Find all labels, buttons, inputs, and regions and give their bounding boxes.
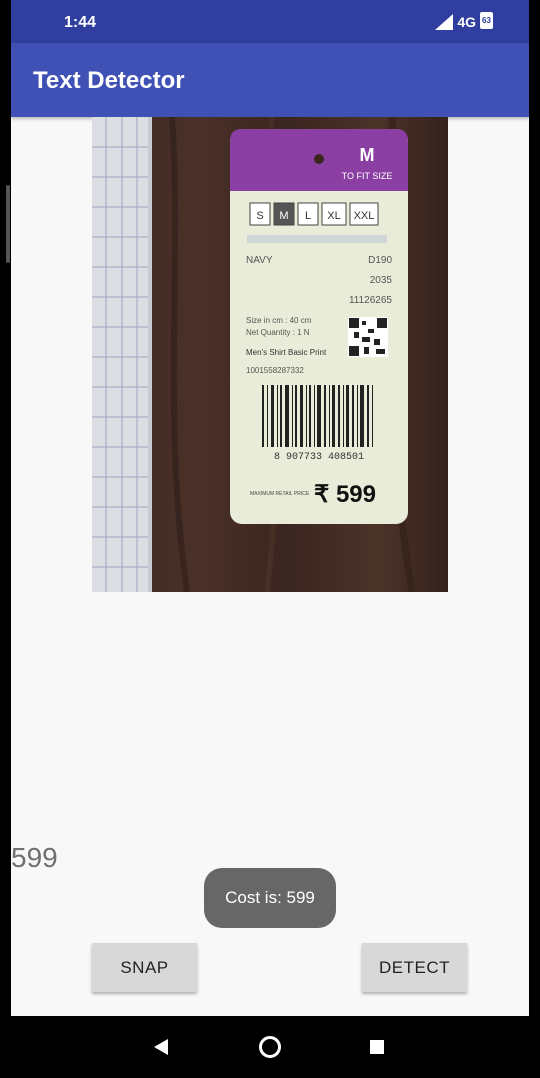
- back-triangle-icon: [154, 1039, 168, 1055]
- home-circle-icon: [259, 1036, 281, 1058]
- cost-toast: Cost is: 599: [204, 868, 336, 928]
- tag-size-m: M: [279, 210, 288, 222]
- screen-edge-handle: [6, 185, 10, 263]
- price-tag-image: M TO FIT SIZE S M L XL XXL NAVY D190 203…: [92, 117, 448, 592]
- navigation-bar: [0, 1016, 540, 1078]
- tag-size-label: M: [360, 145, 375, 165]
- tag-mrp-label: MAXIMUM RETAIL PRICE: [250, 491, 310, 497]
- tag-price: ₹ 599: [314, 481, 376, 508]
- snap-button[interactable]: SNAP: [92, 943, 197, 992]
- detect-button[interactable]: DETECT: [362, 943, 467, 992]
- network-type: 4G: [457, 13, 476, 30]
- recents-square-icon: [370, 1040, 384, 1054]
- app-screen: 1:44 4G 63 Text Detector M TO FIT SIZE S…: [11, 0, 529, 1016]
- home-button[interactable]: [254, 1016, 286, 1078]
- back-button[interactable]: [146, 1016, 176, 1078]
- tag-size-sub: TO FIT SIZE: [342, 171, 393, 181]
- status-icons: 4G 63: [435, 12, 493, 30]
- status-time: 1:44: [64, 14, 97, 31]
- tag-barcode-number: 8 907733 408501: [274, 452, 364, 463]
- tag-product: Men's Shirt Basic Print: [246, 348, 327, 357]
- tag-size-xxl: XXL: [354, 210, 375, 222]
- tag-style-code: D190: [368, 255, 392, 266]
- tag-quantity: Net Quantity : 1 N: [246, 328, 310, 337]
- captured-photo: M TO FIT SIZE S M L XL XXL NAVY D190 203…: [92, 117, 448, 592]
- tag-size-xl: XL: [327, 210, 340, 222]
- tag-size-l: L: [305, 210, 311, 222]
- tag-code-2: 11126265: [349, 295, 392, 306]
- qr-code-icon: [348, 317, 388, 357]
- app-title: Text Detector: [33, 67, 185, 94]
- status-bar: 1:44 4G 63: [11, 0, 529, 43]
- signal-icon: [435, 13, 454, 30]
- tag-product-code: 1001558287332: [246, 366, 304, 375]
- tag-color: NAVY: [246, 255, 273, 266]
- detected-text: 599: [11, 842, 58, 873]
- recents-button[interactable]: [362, 1016, 392, 1078]
- app-bar: Text Detector: [11, 43, 529, 117]
- battery-icon: 63: [480, 12, 493, 29]
- tag-code-1: 2035: [370, 275, 393, 286]
- tag-size-s: S: [256, 210, 263, 222]
- tag-size-in: Size in cm : 40 cm: [246, 316, 312, 325]
